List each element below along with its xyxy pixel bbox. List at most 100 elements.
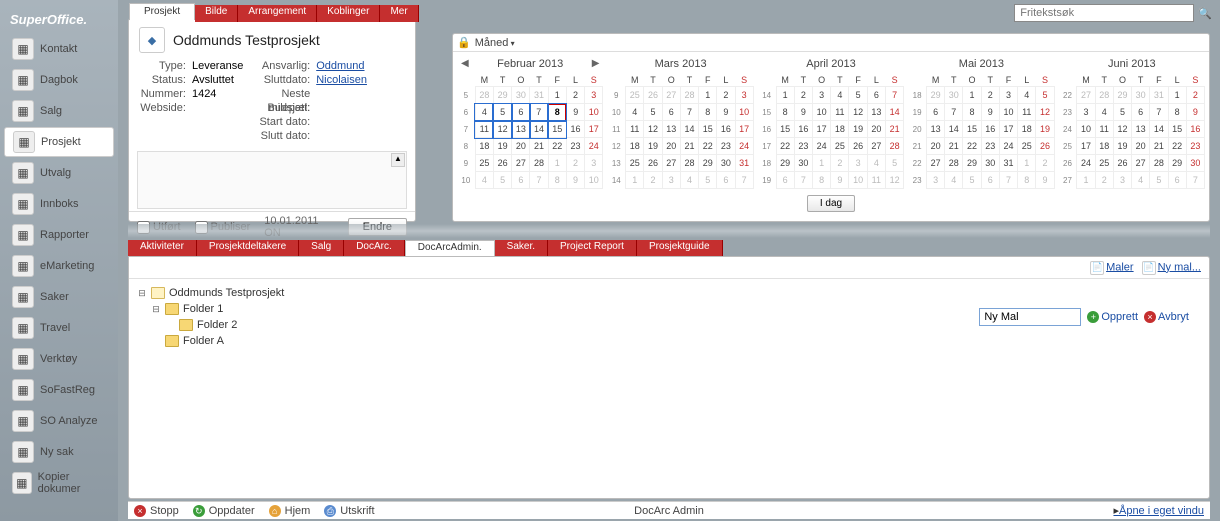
calendar-day[interactable]: 5: [493, 104, 511, 121]
calendar-day[interactable]: 11: [1095, 121, 1113, 138]
bottom-tab-salg[interactable]: Salg: [299, 240, 344, 257]
calendar-day[interactable]: 29: [776, 155, 794, 172]
calendar-day[interactable]: 20: [1132, 138, 1150, 155]
calendar-day[interactable]: 26: [1113, 155, 1131, 172]
calendar-day[interactable]: 4: [475, 104, 493, 121]
calendar-day[interactable]: 28: [680, 155, 698, 172]
calendar-day[interactable]: 21: [680, 138, 698, 155]
calendar-day[interactable]: 6: [867, 87, 885, 104]
calendar-day[interactable]: 30: [1132, 87, 1150, 104]
calendar-day[interactable]: 11: [1018, 104, 1036, 121]
calendar-day[interactable]: 2: [1036, 155, 1054, 172]
calendar-day[interactable]: 16: [794, 121, 812, 138]
calendar-day[interactable]: 11: [831, 104, 849, 121]
calendar-day[interactable]: 21: [885, 121, 903, 138]
calendar-day[interactable]: 22: [776, 138, 794, 155]
sidebar-item-rapporter[interactable]: ▦Rapporter: [4, 220, 114, 250]
calendar-day[interactable]: 31: [1150, 87, 1168, 104]
calendar-day[interactable]: 16: [1186, 121, 1204, 138]
calendar-day[interactable]: 2: [794, 87, 812, 104]
prev-month-icon[interactable]: ◀: [461, 58, 469, 69]
calendar-day[interactable]: 27: [926, 155, 944, 172]
calendar-day[interactable]: 6: [662, 104, 680, 121]
calendar-day[interactable]: 18: [1018, 121, 1036, 138]
calendar-day[interactable]: 28: [475, 87, 493, 104]
calendar-day[interactable]: 5: [699, 172, 717, 189]
expander-icon[interactable]: ⊟: [137, 285, 147, 301]
calendar-day[interactable]: 9: [566, 172, 584, 189]
calendar-day[interactable]: 23: [794, 138, 812, 155]
sidebar-item-so-analyze[interactable]: ▦SO Analyze: [4, 406, 114, 436]
calendar-day[interactable]: 12: [849, 104, 867, 121]
calendar-day[interactable]: 9: [1036, 172, 1054, 189]
calendar-day[interactable]: 4: [1132, 172, 1150, 189]
calendar-day[interactable]: 28: [680, 87, 698, 104]
calendar-day[interactable]: 1: [626, 172, 644, 189]
project-tab-mer[interactable]: Mer: [380, 5, 418, 22]
calendar-day[interactable]: 3: [662, 172, 680, 189]
calendar-day[interactable]: 12: [493, 121, 511, 138]
calendar-day[interactable]: 11: [867, 172, 885, 189]
calendar-day[interactable]: 12: [1036, 104, 1054, 121]
calendar-day[interactable]: 27: [662, 155, 680, 172]
calendar-day[interactable]: 19: [493, 138, 511, 155]
open-in-window-link[interactable]: Åpne i eget vindu: [1113, 504, 1204, 517]
calendar-day[interactable]: 29: [493, 87, 511, 104]
calendar-day[interactable]: 24: [735, 138, 753, 155]
calendar-day[interactable]: 25: [475, 155, 493, 172]
scroll-up-icon[interactable]: ▲: [391, 153, 405, 167]
calendar-day[interactable]: 7: [945, 104, 963, 121]
sidebar-item-dagbok[interactable]: ▦Dagbok: [4, 65, 114, 95]
calendar-day[interactable]: 8: [776, 104, 794, 121]
project-tab-prosjekt[interactable]: Prosjekt: [129, 3, 195, 20]
calendar-day[interactable]: 6: [512, 104, 530, 121]
tree-root[interactable]: ⊟ Oddmunds Testprosjekt: [137, 285, 284, 301]
calendar-day[interactable]: 23: [717, 138, 735, 155]
calendar-day[interactable]: 24: [999, 138, 1017, 155]
calendar-day[interactable]: 22: [699, 138, 717, 155]
calendar-day[interactable]: 14: [1150, 121, 1168, 138]
calendar-day[interactable]: 27: [1077, 87, 1095, 104]
calendar-day[interactable]: 13: [926, 121, 944, 138]
calendar-day[interactable]: 24: [813, 138, 831, 155]
calendar-day[interactable]: 19: [849, 121, 867, 138]
calendar-day[interactable]: 17: [999, 121, 1017, 138]
calendar-day[interactable]: 3: [1113, 172, 1131, 189]
calendar-day[interactable]: 18: [1095, 138, 1113, 155]
view-dropdown[interactable]: Måned: [475, 37, 515, 49]
calendar-day[interactable]: 19: [1036, 121, 1054, 138]
calendar-day[interactable]: 26: [644, 87, 662, 104]
calendar-day[interactable]: 31: [999, 155, 1017, 172]
calendar-day[interactable]: 2: [566, 87, 584, 104]
calendar-day[interactable]: 30: [717, 155, 735, 172]
calendar-day[interactable]: 27: [662, 87, 680, 104]
sidebar-item-kopier-dokumer[interactable]: ▦Kopier dokumer: [4, 468, 114, 498]
calendar-day[interactable]: 24: [585, 138, 603, 155]
calendar-day[interactable]: 2: [644, 172, 662, 189]
calendar-day[interactable]: 27: [1132, 155, 1150, 172]
calendar-day[interactable]: 4: [867, 155, 885, 172]
calendar-day[interactable]: 27: [867, 138, 885, 155]
project-tab-bilde[interactable]: Bilde: [195, 5, 238, 22]
home-button[interactable]: ⌂Hjem: [269, 505, 311, 517]
calendar-day[interactable]: 4: [1018, 87, 1036, 104]
sidebar-item-prosjekt[interactable]: ▦Prosjekt: [4, 127, 114, 157]
calendar-day[interactable]: 8: [548, 172, 566, 189]
calendar-day[interactable]: 3: [926, 172, 944, 189]
calendar-day[interactable]: 9: [566, 104, 584, 121]
expander-icon[interactable]: ⊟: [151, 301, 161, 317]
calendar-day[interactable]: 1: [963, 87, 981, 104]
calendar-day[interactable]: 28: [1095, 87, 1113, 104]
sidebar-item-ny-sak[interactable]: ▦Ny sak: [4, 437, 114, 467]
calendar-day[interactable]: 8: [963, 104, 981, 121]
calendar-day[interactable]: 12: [885, 172, 903, 189]
calendar-day[interactable]: 5: [885, 155, 903, 172]
calendar-day[interactable]: 25: [626, 87, 644, 104]
calendar-day[interactable]: 25: [1095, 155, 1113, 172]
today-button[interactable]: I dag: [807, 195, 855, 212]
tree-folder1[interactable]: ⊟ Folder 1: [137, 301, 284, 317]
bottom-tab-docarc-[interactable]: DocArc.: [344, 240, 405, 257]
calendar-day[interactable]: 7: [530, 172, 548, 189]
calendar-day[interactable]: 6: [717, 172, 735, 189]
refresh-button[interactable]: ↻Oppdater: [193, 505, 255, 517]
